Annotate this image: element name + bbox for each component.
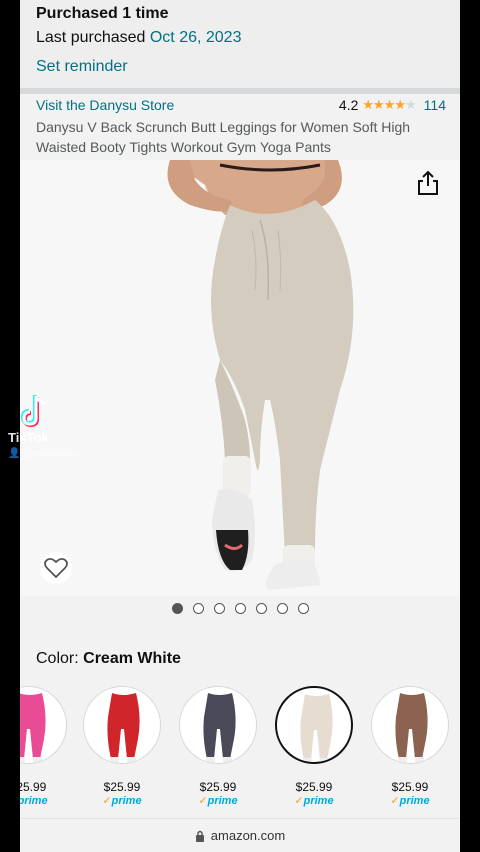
set-reminder-link[interactable]: Set reminder (36, 55, 460, 79)
product-title: Danysu V Back Scrunch Butt Leggings for … (36, 119, 411, 155)
pagination-dot[interactable] (171, 603, 183, 614)
purchased-count: Purchased 1 time (36, 5, 169, 22)
review-count[interactable]: 114 (424, 97, 446, 113)
prime-badge: ✓prime (102, 795, 142, 807)
color-label: Color: Cream White (36, 650, 181, 668)
swatch-image (179, 686, 257, 764)
pagination-dot[interactable] (192, 603, 204, 614)
purchase-history-panel: Purchased 1 time Last purchased Oct 26, … (20, 0, 460, 88)
color-label-prefix: Color: (36, 650, 79, 667)
pagination-dot[interactable] (213, 603, 225, 614)
store-link[interactable]: Visit the Danysu Store (36, 97, 174, 113)
last-purchased-line: Last purchased Oct 26, 2023 (36, 26, 460, 50)
color-swatches: $25.99✓prime$25.99✓prime$25.99✓prime$25.… (20, 686, 460, 816)
swatch-image (83, 686, 161, 764)
star-rating-icon: ★★★★★ (362, 97, 416, 112)
color-swatch[interactable]: $25.99✓prime (274, 686, 354, 808)
last-purchased-label: Last purchased (36, 29, 146, 46)
swatch-image (371, 686, 449, 764)
swatch-price: $25.99 (199, 780, 237, 794)
color-swatch[interactable]: $25.99✓prime (178, 686, 258, 808)
leggings-photo (20, 160, 460, 596)
last-purchased-date[interactable]: Oct 26, 2023 (150, 29, 242, 46)
url-text: amazon.com (210, 828, 286, 843)
tiktok-watermark: TikTok 👤 @nataliaplus (0, 390, 120, 470)
share-icon[interactable] (416, 170, 440, 196)
swatch-price: $25.99 (103, 780, 141, 794)
tiktok-brand: TikTok (8, 430, 49, 445)
heart-icon[interactable] (40, 552, 72, 584)
prime-badge: ✓prime (294, 795, 334, 807)
color-swatch[interactable]: $25.99✓prime (82, 686, 162, 808)
image-pagination[interactable] (20, 603, 460, 615)
tiktok-user: 👤 @nataliaplus (8, 448, 82, 459)
swatch-price: $25.99 (391, 780, 429, 794)
selected-color: Cream White (83, 650, 181, 667)
color-swatch[interactable]: $25.99✓prime (20, 686, 68, 808)
product-image[interactable] (20, 160, 460, 596)
prime-badge: ✓prime (198, 795, 238, 807)
pagination-dot[interactable] (276, 603, 288, 614)
prime-badge: ✓prime (20, 795, 48, 807)
rating-number: 4.2 (338, 97, 359, 113)
pagination-dot[interactable] (255, 603, 267, 614)
swatch-price: $25.99 (20, 780, 47, 794)
section-divider (20, 88, 460, 94)
store-row: Visit the Danysu Store 4.2 ★★★★★ 114 (36, 97, 446, 117)
pagination-dot[interactable] (234, 603, 246, 614)
browser-url-bar[interactable]: amazon.com (20, 818, 460, 852)
swatch-price: $25.99 (295, 780, 333, 794)
pagination-dot[interactable] (297, 603, 309, 614)
lock-icon (195, 830, 204, 842)
rating[interactable]: 4.2 ★★★★★ 114 (339, 97, 446, 113)
swatch-image (275, 686, 353, 764)
swatch-image (20, 686, 67, 764)
tiktok-logo-icon (20, 395, 47, 428)
prime-badge: ✓prime (390, 795, 430, 807)
color-swatch[interactable]: $25.99✓prime (370, 686, 450, 808)
